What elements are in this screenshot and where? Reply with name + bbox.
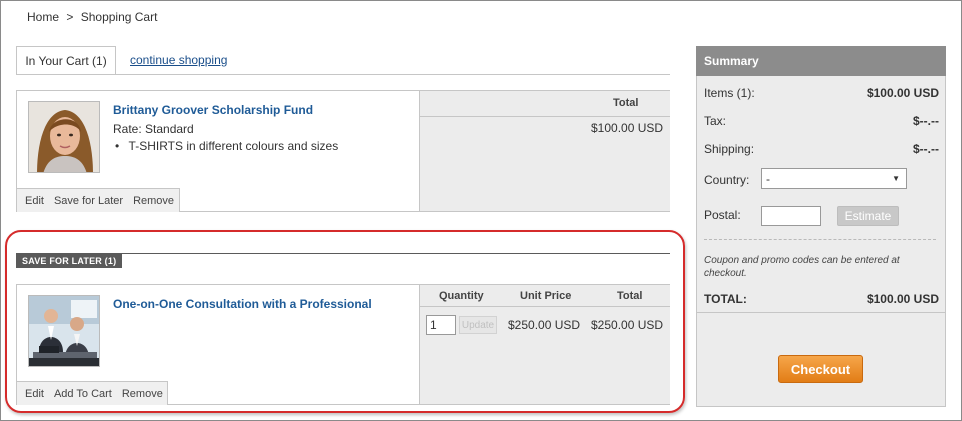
quantity-value: 1	[430, 318, 437, 332]
breadcrumb-separator: >	[66, 10, 74, 24]
shipping-value: $--.--	[913, 142, 939, 156]
remove-link[interactable]: Remove	[122, 388, 163, 400]
saved-item-actions: Edit Add To Cart Remove	[17, 381, 168, 405]
saved-item-total-value: $250.00 USD	[591, 318, 664, 332]
bullet-icon: •	[115, 139, 120, 153]
total-label: TOTAL:	[704, 292, 747, 306]
cart-item-thumbnail[interactable]	[28, 101, 100, 173]
country-select-value: -	[766, 171, 770, 186]
saved-item-price-area	[419, 285, 670, 404]
cart-item-panel: Total $100.00 USD Brittany Groover Schol…	[16, 90, 670, 212]
add-to-cart-link[interactable]: Add To Cart	[54, 388, 112, 400]
shipping-label: Shipping:	[704, 142, 755, 156]
cart-item-total-header: Total	[613, 97, 639, 109]
cart-item-actions: Edit Save for Later Remove	[17, 188, 180, 212]
tax-value: $--.--	[913, 114, 939, 128]
breadcrumb-home[interactable]: Home	[27, 10, 59, 24]
remove-link[interactable]: Remove	[133, 195, 174, 207]
cart-item-title[interactable]: Brittany Groover Scholarship Fund	[113, 103, 313, 117]
update-button[interactable]: Update	[459, 316, 497, 334]
cart-item-rate: Rate: Standard	[113, 122, 194, 136]
coupon-note: Coupon and promo codes can be entered at…	[704, 255, 900, 279]
summary-header: Summary	[696, 46, 946, 76]
saved-item-header-divider	[419, 306, 670, 307]
saved-item-title[interactable]: One-on-One Consultation with a Professio…	[113, 297, 372, 311]
summary-total-divider	[697, 312, 945, 313]
edit-link[interactable]: Edit	[25, 388, 44, 400]
breadcrumb: Home > Shopping Cart	[27, 10, 161, 24]
country-label: Country:	[704, 173, 750, 187]
edit-link[interactable]: Edit	[25, 195, 44, 207]
continue-shopping-link[interactable]: continue shopping	[130, 53, 227, 67]
estimate-button[interactable]: Estimate	[837, 206, 899, 226]
items-value: $100.00 USD	[866, 86, 939, 100]
checkout-button[interactable]: Checkout	[778, 355, 863, 383]
breadcrumb-current: Shopping Cart	[80, 10, 158, 24]
cart-item-price-area	[419, 91, 670, 211]
total-value: $100.00 USD	[866, 292, 939, 306]
unit-price-header: Unit Price	[520, 290, 572, 302]
save-for-later-label: SAVE FOR LATER (1)	[16, 254, 123, 268]
save-for-later-link[interactable]: Save for Later	[54, 195, 123, 207]
country-select[interactable]: - ▼	[761, 168, 907, 189]
cart-item-header-divider	[419, 116, 670, 117]
items-label: Items (1):	[704, 86, 755, 100]
saved-item-panel: Quantity Unit Price Total 1 Update $250.…	[16, 284, 670, 405]
consultation-image	[29, 296, 99, 366]
tab-in-your-cart-label: In Your Cart (1)	[25, 54, 107, 68]
quantity-header: Quantity	[439, 290, 484, 302]
cart-item-total-value: $100.00 USD	[591, 121, 664, 135]
unit-price-value: $250.00 USD	[508, 318, 581, 332]
portrait-image	[29, 102, 99, 172]
tax-label: Tax:	[704, 114, 727, 128]
cart-item-bullet-text: T-SHIRTS in different colours and sizes	[128, 139, 339, 153]
saved-item-thumbnail[interactable]	[28, 295, 100, 367]
chevron-down-icon: ▼	[892, 174, 900, 183]
cart-item-bullet: • T-SHIRTS in different colours and size…	[115, 139, 338, 153]
summary-panel	[696, 46, 946, 407]
postal-label: Postal:	[704, 208, 741, 222]
total-header: Total	[617, 290, 643, 302]
postal-input[interactable]	[761, 206, 821, 226]
summary-title: Summary	[704, 54, 759, 68]
tab-in-your-cart[interactable]: In Your Cart (1)	[16, 46, 116, 75]
summary-divider	[704, 239, 936, 240]
tab-divider	[16, 74, 670, 75]
quantity-input[interactable]: 1	[426, 315, 456, 335]
